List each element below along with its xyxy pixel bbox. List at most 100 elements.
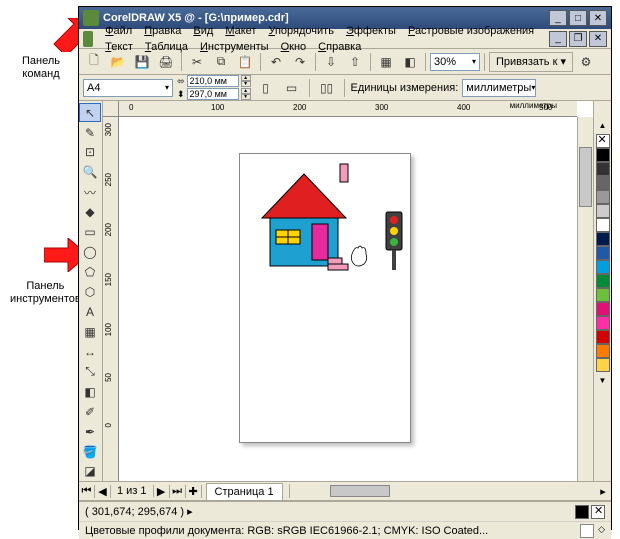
color-swatch[interactable] (596, 288, 610, 302)
menu-растровые изображения[interactable]: Растровые изображения (402, 23, 540, 39)
page-tab[interactable]: Страница 1 (206, 483, 283, 500)
no-color-swatch[interactable] (596, 134, 610, 148)
color-swatch[interactable] (596, 246, 610, 260)
vertical-scrollbar[interactable] (577, 117, 593, 481)
add-page-button[interactable]: ✚ (186, 485, 202, 498)
menu-вид[interactable]: Вид (187, 23, 219, 39)
undo-icon[interactable]: ↶ (265, 51, 287, 73)
close-button[interactable]: ✕ (589, 10, 607, 26)
options-icon[interactable]: ⚙ (575, 51, 597, 73)
color-swatch[interactable] (596, 330, 610, 344)
polygon-tool[interactable]: ⬠ (79, 263, 101, 282)
freehand-tool[interactable]: 〰 (79, 183, 101, 202)
outline-swatch[interactable]: ✕ (591, 505, 605, 519)
connector-tool[interactable]: ⤡ (79, 362, 101, 381)
palette-down-icon[interactable]: ▼ (599, 376, 607, 385)
maximize-button[interactable]: □ (569, 10, 587, 26)
door-shape[interactable] (312, 224, 328, 260)
crop-tool[interactable]: ⊡ (79, 143, 101, 162)
step-shape[interactable] (328, 258, 342, 264)
fill-swatch[interactable] (575, 505, 589, 519)
interactivefill-tool[interactable]: ◪ (79, 462, 101, 481)
print-icon[interactable]: 🖨 (155, 51, 177, 73)
page-height-input[interactable]: 297,0 мм (187, 88, 239, 100)
open-icon[interactable]: 📂 (107, 51, 129, 73)
welcome-icon[interactable]: ◧ (399, 51, 421, 73)
yellow-light[interactable] (390, 227, 398, 235)
last-page-button[interactable]: ⏭ (170, 485, 186, 498)
import-icon[interactable]: ⇩ (320, 51, 342, 73)
cut-icon[interactable]: ✂ (186, 51, 208, 73)
eyedropper-tool[interactable]: ✐ (79, 402, 101, 421)
redo-icon[interactable]: ↷ (289, 51, 311, 73)
cat-sketch[interactable] (351, 246, 366, 266)
pick-tool[interactable]: ↖ (79, 103, 101, 122)
spinner[interactable]: ▲▼ (241, 88, 251, 100)
landscape-icon[interactable]: ▭ (281, 77, 303, 99)
ellipse-tool[interactable]: ◯ (79, 243, 101, 262)
color-swatch[interactable] (596, 344, 610, 358)
copy-icon[interactable]: ⧉ (210, 51, 232, 73)
palette-menu-icon[interactable]: ▸ (595, 485, 611, 498)
page-width-input[interactable]: 210,0 мм (187, 75, 239, 87)
trafficlight-pole[interactable] (392, 250, 396, 270)
menu-эффекты[interactable]: Эффекты (340, 23, 402, 39)
palette-up-icon[interactable]: ▲ (599, 121, 607, 130)
scrollbar-thumb[interactable] (579, 147, 592, 207)
color-swatch[interactable] (596, 190, 610, 204)
basicshapes-tool[interactable]: ⬡ (79, 283, 101, 302)
chimney-shape[interactable] (340, 164, 348, 182)
color-swatch[interactable] (596, 358, 610, 372)
mdi-restore-button[interactable]: ❐ (569, 31, 587, 47)
mdi-minimize-button[interactable]: _ (549, 31, 567, 47)
paste-icon[interactable]: 📋 (234, 51, 256, 73)
color-swatch[interactable] (596, 260, 610, 274)
dimension-tool[interactable]: ↔ (79, 342, 101, 361)
color-swatch[interactable] (596, 204, 610, 218)
color-swatch[interactable] (596, 316, 610, 330)
zoom-tool[interactable]: 🔍 (79, 163, 101, 182)
save-icon[interactable]: 💾 (131, 51, 153, 73)
color-swatch[interactable] (596, 232, 610, 246)
paper-combo[interactable]: A4▾ (83, 79, 173, 97)
color-swatch[interactable] (596, 302, 610, 316)
menu-макет[interactable]: Макет (219, 23, 262, 39)
page[interactable] (239, 153, 411, 443)
first-page-button[interactable]: ⏮ (79, 485, 95, 498)
blend-tool[interactable]: ◧ (79, 382, 101, 401)
color-swatch[interactable] (596, 218, 610, 232)
next-page-button[interactable]: ▶ (154, 485, 170, 498)
shape-tool[interactable]: ✎ (79, 123, 101, 142)
rectangle-tool[interactable]: ▭ (79, 223, 101, 242)
color-swatch[interactable] (596, 176, 610, 190)
roof-shape[interactable] (262, 174, 346, 218)
allpages-icon[interactable]: ▯▯ (316, 77, 338, 99)
vertical-ruler[interactable]: 300250200150100500 (103, 117, 119, 481)
color-swatch[interactable] (596, 148, 610, 162)
spinner[interactable]: ▲▼ (241, 75, 251, 87)
scrollbar-thumb[interactable] (330, 485, 390, 497)
outline-tool[interactable]: ✒ (79, 422, 101, 441)
step-shape[interactable] (328, 264, 348, 270)
green-light[interactable] (390, 238, 398, 246)
new-icon[interactable]: 🗋 (83, 51, 105, 73)
text-tool[interactable]: A (79, 302, 101, 321)
color-swatch[interactable] (596, 162, 610, 176)
mdi-close-button[interactable]: ✕ (589, 31, 607, 47)
table-tool[interactable]: ▦ (79, 322, 101, 341)
prev-page-button[interactable]: ◀ (95, 485, 111, 498)
fill-outline-indicator[interactable]: ✕ (575, 505, 605, 519)
horizontal-ruler[interactable]: миллиметры0100200300400500 (119, 101, 577, 117)
red-light[interactable] (390, 216, 398, 224)
outline-color-swatch[interactable] (580, 524, 594, 538)
export-icon[interactable]: ⇧ (344, 51, 366, 73)
minimize-button[interactable]: _ (549, 10, 567, 26)
zoom-combo[interactable]: 30%▾ (430, 53, 480, 71)
menu-файл[interactable]: Файл (99, 23, 138, 39)
smartfill-tool[interactable]: ◆ (79, 203, 101, 222)
appstart-icon[interactable]: ▦ (375, 51, 397, 73)
color-swatch[interactable] (596, 274, 610, 288)
horizontal-scrollbar[interactable] (289, 484, 595, 498)
fill-tool[interactable]: 🪣 (79, 442, 101, 461)
menu-упорядочить[interactable]: Упорядочить (262, 23, 339, 39)
